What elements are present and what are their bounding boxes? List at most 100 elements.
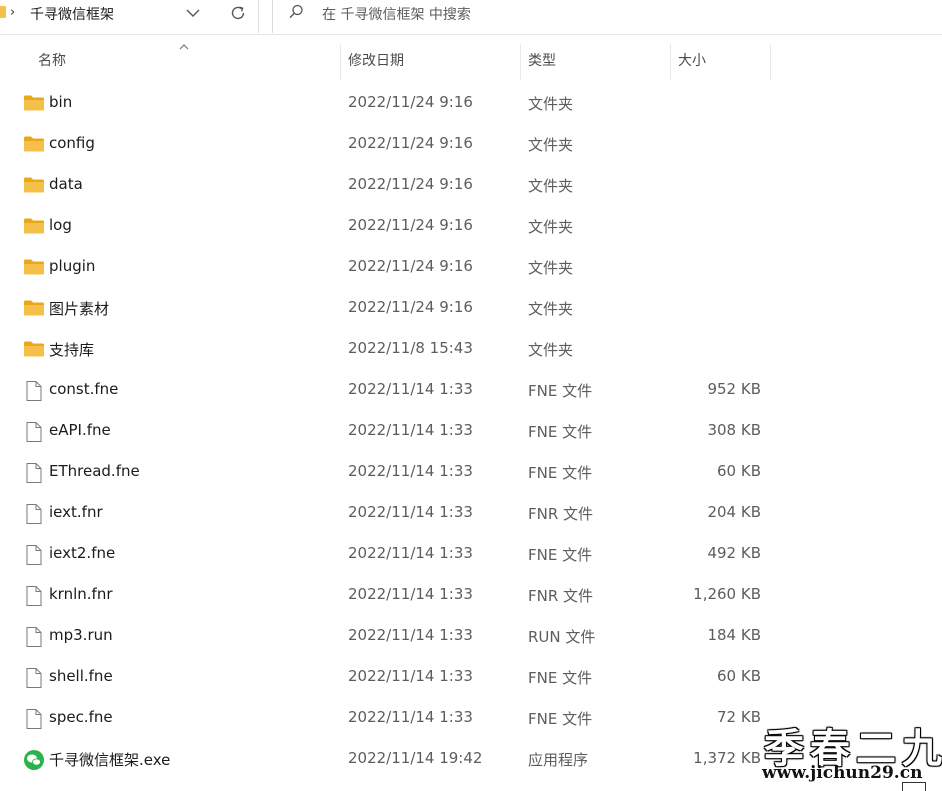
file-type: FNE 文件 — [528, 464, 593, 482]
folder-icon — [23, 93, 45, 113]
column-divider[interactable] — [340, 44, 341, 80]
column-divider[interactable] — [770, 44, 771, 80]
refresh-icon — [231, 6, 245, 20]
file-date: 2022/11/24 9:16 — [348, 216, 473, 234]
file-icon — [23, 544, 45, 565]
file-type: 文件夹 — [528, 177, 574, 195]
file-row[interactable]: 支持库 2022/11/8 15:43 文件夹 — [0, 329, 942, 370]
search-icon — [289, 4, 303, 19]
file-icon — [23, 585, 45, 606]
file-size: 952 KB — [707, 380, 761, 398]
file-row[interactable]: data 2022/11/24 9:16 文件夹 — [0, 165, 942, 206]
file-name: iext.fnr — [49, 503, 103, 521]
file-type: FNE 文件 — [528, 423, 593, 441]
file-row[interactable]: mp3.run 2022/11/14 1:33 RUN 文件 184 KB — [0, 616, 942, 657]
file-date: 2022/11/14 19:42 — [348, 749, 483, 767]
file-icon — [23, 667, 45, 688]
file-row[interactable]: iext.fnr 2022/11/14 1:33 FNR 文件 204 KB — [0, 493, 942, 534]
file-name: plugin — [49, 257, 96, 275]
file-date: 2022/11/14 1:33 — [348, 421, 473, 439]
file-type: 应用程序 — [528, 751, 589, 769]
folder-icon — [23, 175, 45, 195]
file-date: 2022/11/14 1:33 — [348, 544, 473, 562]
column-divider[interactable] — [520, 44, 521, 80]
file-size: 184 KB — [707, 626, 761, 644]
folder-icon — [0, 6, 6, 18]
file-type: FNR 文件 — [528, 587, 594, 605]
file-size: 1,372 KB — [693, 749, 761, 767]
file-date: 2022/11/24 9:16 — [348, 257, 473, 275]
file-name: bin — [49, 93, 73, 111]
file-name: EThread.fne — [49, 462, 140, 480]
file-size: 308 KB — [707, 421, 761, 439]
file-date: 2022/11/24 9:16 — [348, 93, 473, 111]
file-icon — [23, 503, 45, 524]
file-date: 2022/11/8 15:43 — [348, 339, 473, 357]
file-date: 2022/11/24 9:16 — [348, 134, 473, 152]
file-name: shell.fne — [49, 667, 113, 685]
file-type: FNE 文件 — [528, 546, 593, 564]
toolbar: › 千寻微信框架 在 千寻微信框架 中搜索 — [0, 0, 942, 35]
file-size: 492 KB — [707, 544, 761, 562]
file-name: krnln.fnr — [49, 585, 113, 603]
file-type: 文件夹 — [528, 341, 574, 359]
file-row[interactable]: krnln.fnr 2022/11/14 1:33 FNR 文件 1,260 KB — [0, 575, 942, 616]
file-type: FNE 文件 — [528, 669, 593, 687]
file-type: 文件夹 — [528, 300, 574, 318]
file-type: RUN 文件 — [528, 628, 596, 646]
file-name: 千寻微信框架.exe — [49, 751, 171, 769]
file-row[interactable]: bin 2022/11/24 9:16 文件夹 — [0, 83, 942, 124]
file-name: const.fne — [49, 380, 119, 398]
file-icon — [23, 626, 45, 647]
file-row[interactable]: shell.fne 2022/11/14 1:33 FNE 文件 60 KB — [0, 657, 942, 698]
column-size[interactable]: 大小 — [678, 44, 706, 80]
watermark-url: www.jichun29.cn — [762, 763, 923, 783]
address-bar[interactable]: › 千寻微信框架 — [0, 0, 259, 33]
file-name: eAPI.fne — [49, 421, 111, 439]
file-date: 2022/11/24 9:16 — [348, 298, 473, 316]
search-input[interactable]: 在 千寻微信框架 中搜索 — [322, 4, 471, 24]
file-name: mp3.run — [49, 626, 113, 644]
breadcrumb-current[interactable]: 千寻微信框架 — [30, 4, 114, 24]
chevron-down-icon — [186, 9, 200, 17]
file-type: 文件夹 — [528, 218, 574, 236]
column-name[interactable]: 名称 — [38, 44, 66, 80]
file-size: 204 KB — [707, 503, 761, 521]
sort-ascending-icon — [179, 44, 189, 50]
file-row[interactable]: EThread.fne 2022/11/14 1:33 FNE 文件 60 KB — [0, 452, 942, 493]
file-row[interactable]: plugin 2022/11/24 9:16 文件夹 — [0, 247, 942, 288]
file-row[interactable]: const.fne 2022/11/14 1:33 FNE 文件 952 KB — [0, 370, 942, 411]
column-header: 名称 修改日期 类型 大小 — [0, 44, 942, 80]
file-type: FNE 文件 — [528, 382, 593, 400]
watermark: 季春二九 www.jichun29.cn — [760, 716, 942, 786]
file-name: 支持库 — [49, 341, 95, 359]
file-date: 2022/11/14 1:33 — [348, 503, 473, 521]
file-row[interactable]: iext2.fne 2022/11/14 1:33 FNE 文件 492 KB — [0, 534, 942, 575]
file-date: 2022/11/14 1:33 — [348, 667, 473, 685]
address-dropdown-button[interactable] — [180, 1, 206, 25]
file-icon — [23, 708, 45, 729]
folder-icon — [23, 298, 45, 318]
column-type[interactable]: 类型 — [528, 44, 556, 80]
wechat-app-icon — [23, 749, 45, 770]
folder-icon — [23, 257, 45, 277]
search-box[interactable]: 在 千寻微信框架 中搜索 — [272, 0, 942, 33]
refresh-button[interactable] — [224, 0, 250, 26]
file-icon — [23, 380, 45, 401]
file-type: FNE 文件 — [528, 710, 593, 728]
file-size: 72 KB — [717, 708, 761, 726]
file-date: 2022/11/14 1:33 — [348, 585, 473, 603]
file-name: data — [49, 175, 83, 193]
file-type: 文件夹 — [528, 259, 574, 277]
file-name: 图片素材 — [49, 300, 110, 318]
column-divider[interactable] — [670, 44, 671, 80]
file-date: 2022/11/14 1:33 — [348, 626, 473, 644]
file-row[interactable]: log 2022/11/24 9:16 文件夹 — [0, 206, 942, 247]
breadcrumb-separator: › — [10, 5, 16, 20]
file-row[interactable]: 图片素材 2022/11/24 9:16 文件夹 — [0, 288, 942, 329]
column-date[interactable]: 修改日期 — [348, 44, 404, 80]
file-row[interactable]: eAPI.fne 2022/11/14 1:33 FNE 文件 308 KB — [0, 411, 942, 452]
file-name: config — [49, 134, 95, 152]
file-type: FNR 文件 — [528, 505, 594, 523]
file-row[interactable]: config 2022/11/24 9:16 文件夹 — [0, 124, 942, 165]
